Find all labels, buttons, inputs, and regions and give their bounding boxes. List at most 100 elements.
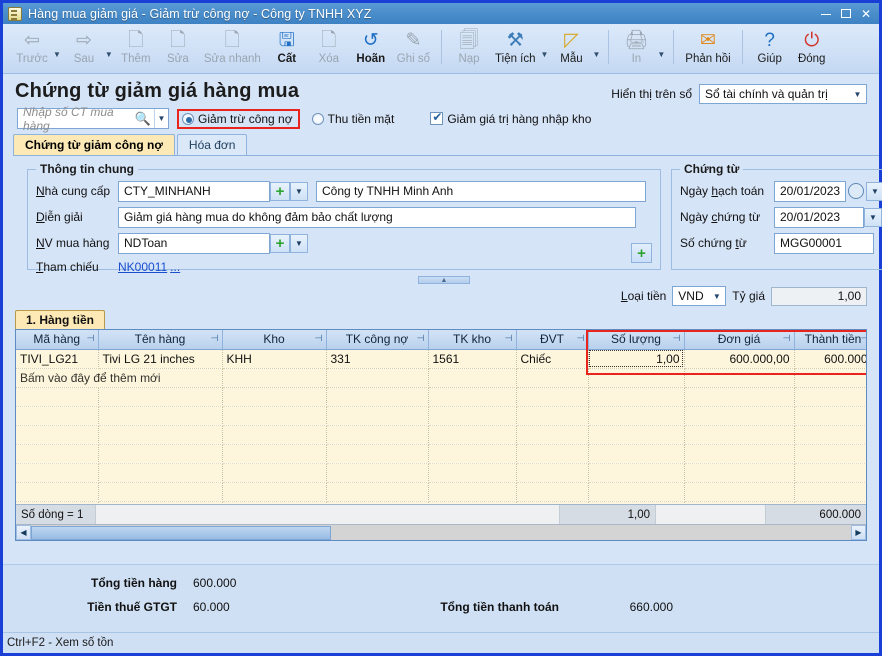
cell-empty[interactable] (588, 463, 684, 482)
cell-empty[interactable] (516, 406, 588, 425)
cell-empty[interactable] (588, 444, 684, 463)
table-row[interactable] (16, 406, 867, 425)
filter-pin-icon[interactable]: ⊣ (783, 333, 791, 344)
display-on-select[interactable]: Sổ tài chính và quản trị ▼ (699, 84, 867, 104)
cell-empty[interactable] (428, 444, 516, 463)
checkbox-giam-gia-tri-hang-nhap-kho[interactable]: Giảm giá trị hàng nhập kho (430, 112, 591, 126)
toolbar-caret-in[interactable]: ▼ (657, 50, 667, 73)
cell-empty[interactable] (794, 406, 867, 425)
cell-empty[interactable] (326, 425, 428, 444)
cell-don-gia[interactable]: 600.000,00 (684, 349, 794, 368)
scrollbar-thumb[interactable] (31, 526, 331, 540)
supplier-add-icon[interactable]: + (270, 182, 290, 201)
cell-empty[interactable] (516, 444, 588, 463)
column-header-ma-hang[interactable]: Mã hàng ⊣ (16, 330, 98, 349)
reference-more-link[interactable]: ... (170, 260, 180, 274)
cell-empty[interactable] (98, 482, 222, 501)
cell-empty[interactable] (326, 482, 428, 501)
description-input[interactable]: Giảm giá hàng mua do không đảm bảo chất … (118, 207, 636, 228)
grid-tab-hang-tien[interactable]: 1. Hàng tiền (15, 310, 105, 329)
close-icon[interactable]: ✕ (861, 8, 871, 20)
add-reference-button[interactable]: + (631, 243, 652, 263)
toolbar-button-them[interactable]: 🗋 Thêm (115, 26, 157, 65)
cell-empty[interactable] (326, 368, 428, 387)
filter-pin-icon[interactable]: ⊣ (577, 333, 585, 344)
toolbar-button-truoc[interactable]: ⇦ Trước (11, 26, 53, 65)
toolbar-caret-sau[interactable]: ▼ (105, 50, 115, 73)
filter-pin-icon[interactable]: ⊣ (315, 333, 323, 344)
posting-date-dropdown-icon[interactable]: ▼ (866, 182, 882, 201)
cell-empty[interactable] (428, 368, 516, 387)
toolbar-caret-tien-ich[interactable]: ▼ (541, 50, 551, 73)
toolbar-button-hoan[interactable]: ↺ Hoãn (350, 26, 392, 65)
buyer-dropdown-icon[interactable]: ▼ (290, 234, 308, 253)
radio-thu-tien-mat[interactable]: Thu tiền mặt (312, 112, 395, 126)
add-new-row-label[interactable]: Bấm vào đây để thêm mới (16, 368, 222, 387)
toolbar-button-phan-hoi[interactable]: ✉ Phản hồi (680, 26, 735, 65)
column-header-kho[interactable]: Kho ⊣ (222, 330, 326, 349)
add-new-row[interactable]: Bấm vào đây để thêm mới (16, 368, 867, 387)
cell-empty[interactable] (588, 482, 684, 501)
cell-empty[interactable] (16, 444, 98, 463)
cell-tk-cong-no[interactable]: 331 (326, 349, 428, 368)
cell-empty[interactable] (516, 368, 588, 387)
cell-dvt[interactable]: Chiếc (516, 349, 588, 368)
cell-empty[interactable] (794, 368, 867, 387)
scroll-right-icon[interactable]: ▶ (851, 525, 866, 540)
cell-empty[interactable] (326, 463, 428, 482)
cell-empty[interactable] (516, 463, 588, 482)
cell-empty[interactable] (794, 463, 867, 482)
cell-ten-hang[interactable]: Tivi LG 21 inches (98, 349, 222, 368)
cell-empty[interactable] (326, 444, 428, 463)
cell-empty[interactable] (222, 463, 326, 482)
cell-empty[interactable] (98, 425, 222, 444)
cell-empty[interactable] (588, 387, 684, 406)
cell-empty[interactable] (794, 425, 867, 444)
toolbar-button-in[interactable]: 🖨 In (615, 26, 657, 65)
toolbar-button-sua[interactable]: 🗋 Sửa (157, 26, 199, 65)
posting-date-input[interactable]: 20/01/2023 (774, 181, 846, 202)
splitter-collapse-icon[interactable]: ▲ (418, 276, 470, 284)
cell-empty[interactable] (222, 444, 326, 463)
toolbar-button-giup[interactable]: ? Giúp (749, 26, 791, 65)
clock-icon[interactable] (848, 183, 864, 199)
toolbar-button-nap[interactable]: 🗐 Nạp (448, 26, 490, 65)
radio-giam-tru-cong-no[interactable]: Giảm trừ công nợ (182, 112, 293, 126)
cell-empty[interactable] (16, 425, 98, 444)
column-header-tk-cong-no[interactable]: TK công nợ ⊣ (326, 330, 428, 349)
supplier-dropdown-icon[interactable]: ▼ (290, 182, 308, 201)
cell-tk-kho[interactable]: 1561 (428, 349, 516, 368)
cell-ma-hang[interactable]: TIVI_LG21 (16, 349, 98, 368)
cell-empty[interactable] (794, 482, 867, 501)
cell-empty[interactable] (428, 463, 516, 482)
search-dropdown-icon[interactable]: ▼ (154, 109, 168, 128)
cell-empty[interactable] (684, 368, 794, 387)
table-row[interactable] (16, 425, 867, 444)
currency-type-select[interactable]: VND ▼ (672, 286, 726, 306)
table-row[interactable]: TIVI_LG21 Tivi LG 21 inches KHH 331 1561… (16, 349, 867, 368)
maximize-icon[interactable] (841, 8, 851, 20)
cell-empty[interactable] (222, 482, 326, 501)
horizontal-scrollbar[interactable]: ◀ ▶ (16, 524, 866, 540)
cell-empty[interactable] (326, 406, 428, 425)
table-row[interactable] (16, 387, 867, 406)
cell-empty[interactable] (588, 425, 684, 444)
cell-empty[interactable] (428, 387, 516, 406)
voucher-date-input[interactable]: 20/01/2023 (774, 207, 864, 228)
cell-kho[interactable]: KHH (222, 349, 326, 368)
cell-empty[interactable] (684, 387, 794, 406)
scroll-left-icon[interactable]: ◀ (16, 525, 31, 540)
cell-empty[interactable] (326, 387, 428, 406)
tab-hoa-don[interactable]: Hóa đơn (177, 134, 248, 155)
filter-pin-icon[interactable]: ⊣ (87, 333, 95, 344)
cell-empty[interactable] (684, 463, 794, 482)
cell-empty[interactable] (684, 425, 794, 444)
cell-empty[interactable] (428, 425, 516, 444)
toolbar-button-sau[interactable]: ⇨ Sau (63, 26, 105, 65)
toolbar-caret-truoc[interactable]: ▼ (53, 50, 63, 73)
cell-empty[interactable] (588, 406, 684, 425)
table-row[interactable] (16, 482, 867, 501)
column-header-dvt[interactable]: ĐVT ⊣ (516, 330, 588, 349)
column-header-don-gia[interactable]: Đơn giá ⊣ (684, 330, 794, 349)
cell-empty[interactable] (428, 482, 516, 501)
